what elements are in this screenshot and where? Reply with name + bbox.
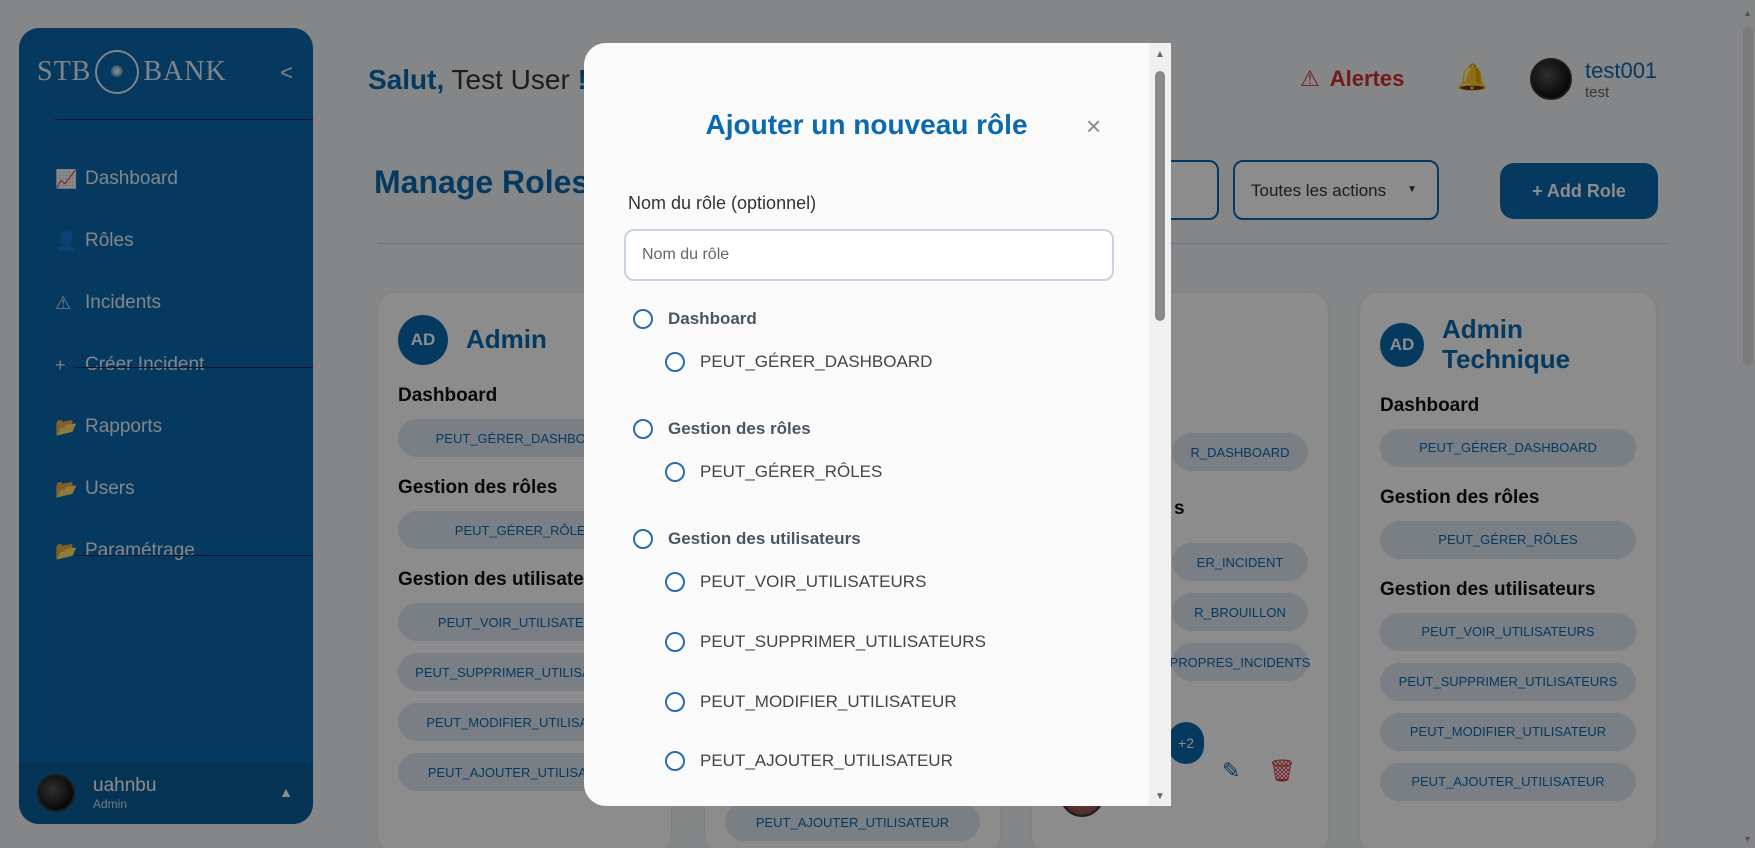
modal-title: Ajouter un nouveau rôle <box>705 109 1028 140</box>
role-name-input[interactable] <box>624 229 1114 281</box>
perm-radio[interactable] <box>665 462 685 482</box>
scroll-down-icon[interactable]: ▼ <box>1743 834 1752 844</box>
perm-radio[interactable] <box>665 751 685 771</box>
permission-label: PEUT_AJOUTER_UTILISATEUR <box>700 751 953 770</box>
group-radio-dashboard[interactable] <box>633 309 653 329</box>
group-radio-roles[interactable] <box>633 419 653 439</box>
group-label: Gestion des utilisateurs <box>668 529 861 548</box>
perm-radio[interactable] <box>665 692 685 712</box>
group-label: Gestion des rôles <box>668 419 811 438</box>
perm-radio[interactable] <box>665 352 685 372</box>
perm-radio[interactable] <box>665 632 685 652</box>
perm-radio[interactable] <box>665 572 685 592</box>
scrollbar-thumb[interactable] <box>1155 71 1165 321</box>
scrollbar-thumb[interactable] <box>1743 26 1753 366</box>
group-radio-users[interactable] <box>633 529 653 549</box>
permission-label: PEUT_GÉRER_DASHBOARD <box>700 352 933 371</box>
add-role-modal: Ajouter un nouveau rôle × Nom du rôle (o… <box>584 43 1171 806</box>
permission-label: PEUT_SUPPRIMER_UTILISATEURS <box>700 632 986 651</box>
scroll-up-icon[interactable]: ▲ <box>1743 8 1752 18</box>
page-scrollbar[interactable]: ▲ ▼ <box>1739 0 1755 848</box>
scroll-down-icon[interactable]: ▼ <box>1155 791 1165 802</box>
group-label: Dashboard <box>668 309 757 328</box>
close-icon[interactable]: × <box>1086 111 1101 142</box>
role-name-label: Nom du rôle (optionnel) <box>628 193 817 213</box>
permission-label: PEUT_VOIR_UTILISATEURS <box>700 572 927 591</box>
permission-label: PEUT_MODIFIER_UTILISATEUR <box>700 692 957 711</box>
permission-label: PEUT_GÉRER_RÔLES <box>700 462 883 481</box>
scroll-up-icon[interactable]: ▲ <box>1155 49 1165 60</box>
modal-scrollbar[interactable]: ▲ ▼ <box>1149 43 1171 806</box>
